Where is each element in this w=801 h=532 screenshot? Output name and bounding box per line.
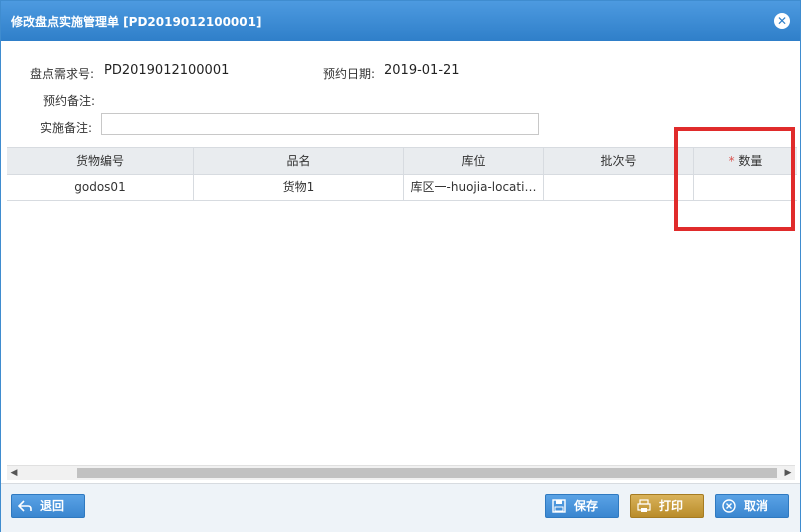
col-header-code[interactable]: 货物编号 [7,148,194,174]
title-bar: 修改盘点实施管理单 [PD2019012100001] ✕ [1,1,800,41]
horizontal-scrollbar[interactable]: ◀ ▶ [7,465,795,480]
col-header-location[interactable]: 库位 [404,148,544,174]
col-header-name[interactable]: 品名 [194,148,404,174]
save-button[interactable]: 保存 [545,494,619,518]
dialog-title: 修改盘点实施管理单 [PD2019012100001] [11,15,262,29]
print-button-label: 打印 [659,499,684,513]
back-button-label: 退回 [40,499,65,513]
cell-location: 库区一-huojia-locati… [404,175,544,200]
date-label: 预约日期: [323,67,376,81]
date-value: 2019-01-21 [384,63,460,78]
save-button-label: 保存 [574,499,599,513]
back-button[interactable]: 退回 [11,494,85,518]
dialog-window: 修改盘点实施管理单 [PD2019012100001] ✕ 盘点需求号: PD2… [0,0,801,532]
scrollbar-thumb[interactable] [77,468,777,478]
scroll-left-icon[interactable]: ◀ [7,466,21,480]
save-icon [552,499,566,513]
scroll-right-icon[interactable]: ▶ [781,466,795,480]
cell-code: godos01 [7,175,194,200]
close-icon[interactable]: ✕ [774,13,790,29]
reserve-note-label: 预约备注: [43,94,96,108]
cancel-button-label: 取消 [744,499,769,513]
print-button[interactable]: 打印 [630,494,704,518]
cancel-icon [722,499,736,513]
demand-no-label: 盘点需求号: [30,67,95,81]
cancel-button[interactable]: 取消 [715,494,789,518]
cell-name: 货物1 [194,175,404,200]
print-icon [637,499,651,512]
dialog-footer: 退回 保存 打印 取消 [1,483,800,532]
impl-note-label: 实施备注: [40,121,93,135]
cell-batch[interactable] [544,175,694,200]
qty-column-highlight-box [674,127,795,231]
demand-no-value: PD2019012100001 [104,63,230,78]
col-header-batch[interactable]: 批次号 [544,148,694,174]
impl-note-input[interactable] [101,113,539,135]
back-arrow-icon [18,500,32,512]
